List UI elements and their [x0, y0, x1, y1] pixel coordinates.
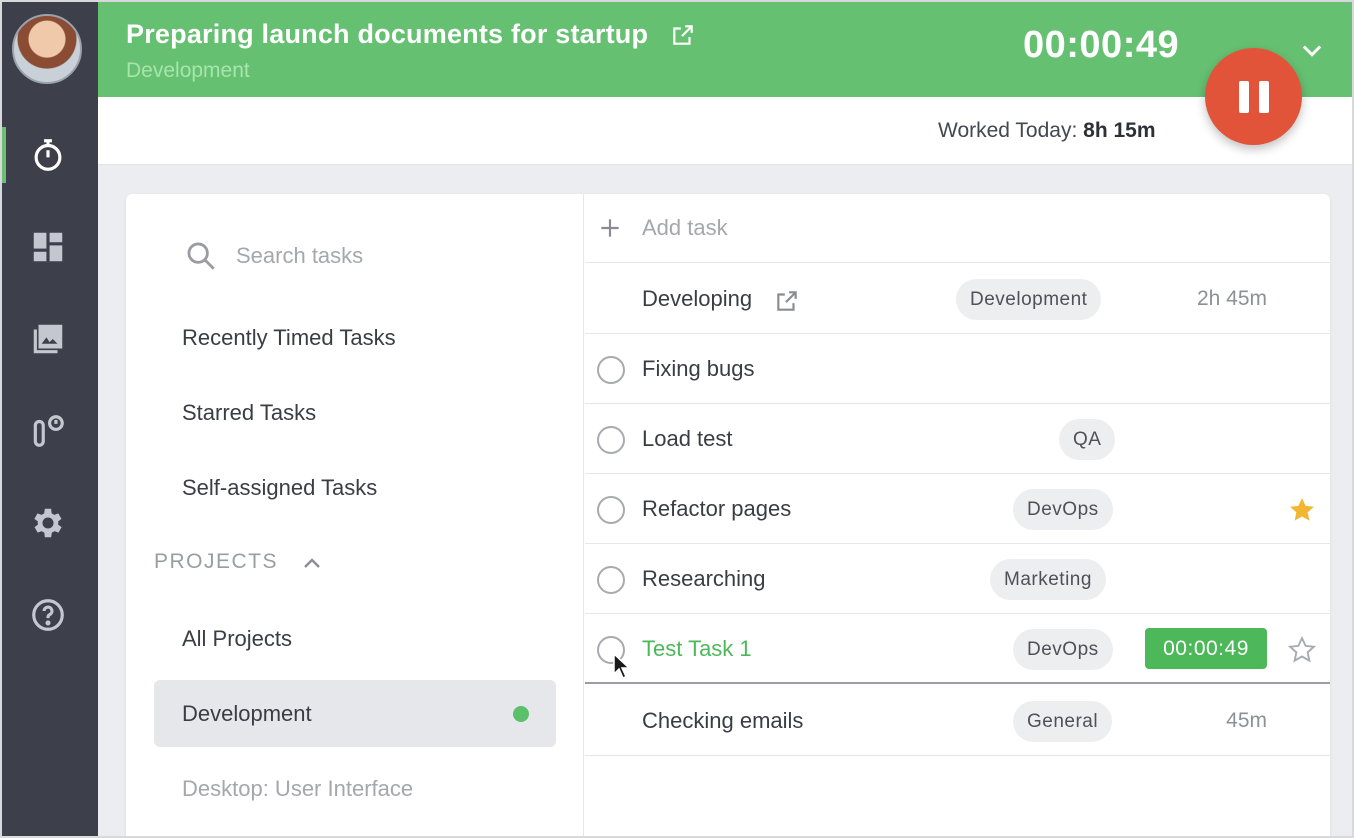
worked-today-value: 8h 15m — [1083, 119, 1156, 142]
task-name[interactable]: Researching — [642, 566, 766, 592]
project-desktop-ui[interactable]: Desktop: User Interface — [182, 776, 413, 802]
star-outline-icon[interactable] — [1287, 635, 1317, 665]
filter-recently-timed[interactable]: Recently Timed Tasks — [182, 325, 396, 351]
task-name[interactable]: Developing — [642, 286, 752, 312]
task-checkbox[interactable] — [597, 426, 625, 454]
pause-icon — [1238, 80, 1249, 113]
current-task-project: Development — [126, 59, 250, 82]
task-row[interactable]: Fixing bugs — [585, 334, 1330, 404]
worked-today-bar: Worked Today: 8h 15m — [98, 97, 1352, 165]
worked-today: Worked Today: 8h 15m — [938, 119, 1156, 143]
active-nav-indicator — [2, 127, 6, 183]
chevron-up-icon[interactable] — [300, 552, 324, 576]
add-task-row[interactable]: Add task — [585, 194, 1330, 263]
external-link-icon[interactable] — [670, 22, 696, 48]
task-timer-badge: 00:00:49 — [1145, 628, 1267, 669]
task-name[interactable]: Load test — [642, 426, 733, 452]
search-tasks-input[interactable] — [236, 240, 536, 272]
pause-button[interactable] — [1205, 48, 1302, 145]
task-duration: 45m — [1226, 709, 1267, 732]
task-tag: General — [1013, 701, 1113, 742]
star-filled-icon[interactable] — [1287, 495, 1317, 525]
task-checkbox[interactable] — [597, 356, 625, 384]
task-list: Add task Developing Development 2h 45m F… — [585, 194, 1330, 836]
task-filters-panel: Recently Timed Tasks Starred Tasks Self-… — [126, 194, 584, 836]
app-window: Preparing launch documents for startup D… — [0, 0, 1354, 838]
worked-today-label: Worked Today: — [938, 119, 1078, 142]
mouse-cursor-icon — [613, 652, 631, 680]
current-task-title[interactable]: Preparing launch documents for startup — [126, 19, 648, 50]
current-timer: 00:00:49 — [1023, 24, 1180, 66]
settings-icon[interactable] — [26, 501, 70, 545]
current-task-bar: Preparing launch documents for startup D… — [98, 2, 1352, 97]
projects-heading[interactable]: PROJECTS — [154, 550, 278, 574]
task-name[interactable]: Test Task 1 — [642, 636, 752, 662]
integrations-icon[interactable] — [26, 409, 70, 453]
filter-self-assigned[interactable]: Self-assigned Tasks — [182, 475, 377, 501]
task-duration: 2h 45m — [1196, 287, 1267, 310]
task-tag: Marketing — [990, 559, 1106, 600]
sidebar — [2, 2, 98, 836]
task-row[interactable]: Developing Development 2h 45m — [585, 264, 1330, 334]
user-avatar[interactable] — [12, 14, 82, 84]
project-development[interactable]: Development — [182, 701, 312, 727]
active-project-dot — [513, 706, 529, 722]
task-tag: DevOps — [1013, 489, 1113, 530]
task-row[interactable]: Load test QA — [585, 404, 1330, 474]
screenshots-icon[interactable] — [26, 317, 70, 361]
add-task-label[interactable]: Add task — [642, 215, 728, 241]
task-checkbox[interactable] — [597, 496, 625, 524]
task-checkbox[interactable] — [597, 566, 625, 594]
task-name[interactable]: Refactor pages — [642, 496, 791, 522]
task-row[interactable]: Checking emails General 45m — [585, 686, 1330, 756]
tasks-card: Recently Timed Tasks Starred Tasks Self-… — [126, 194, 1330, 836]
project-all[interactable]: All Projects — [182, 626, 292, 652]
task-name[interactable]: Checking emails — [642, 708, 803, 734]
filter-starred[interactable]: Starred Tasks — [182, 400, 316, 426]
task-tag: QA — [1059, 419, 1116, 460]
external-link-icon[interactable] — [774, 288, 800, 314]
task-tag: Development — [956, 279, 1102, 320]
task-row[interactable]: Refactor pages DevOps — [585, 474, 1330, 544]
task-row-active[interactable]: Test Task 1 DevOps 00:00:49 — [585, 614, 1330, 684]
dashboard-icon[interactable] — [26, 225, 70, 269]
plus-icon — [597, 215, 623, 241]
help-icon[interactable] — [26, 593, 70, 637]
timer-icon[interactable] — [26, 133, 70, 177]
search-icon — [184, 239, 218, 273]
task-tag: DevOps — [1013, 629, 1113, 670]
chevron-down-icon[interactable] — [1298, 36, 1326, 64]
task-row[interactable]: Researching Marketing — [585, 544, 1330, 614]
task-name[interactable]: Fixing bugs — [642, 356, 755, 382]
